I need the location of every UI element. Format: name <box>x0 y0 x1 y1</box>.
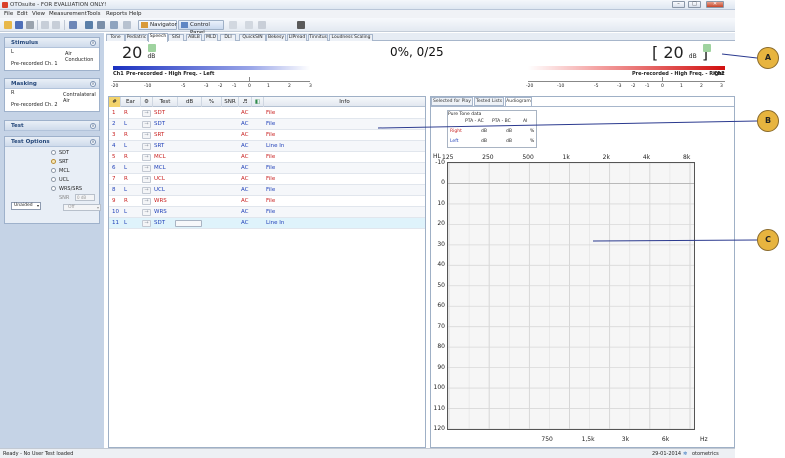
callout-line-b <box>377 120 758 129</box>
callout-c: C <box>757 229 779 251</box>
callout-a: A <box>757 47 779 69</box>
callout-lines <box>377 53 758 242</box>
callout-line-a <box>721 53 758 59</box>
callout-b: B <box>757 110 779 132</box>
callout-line-c <box>592 239 758 242</box>
